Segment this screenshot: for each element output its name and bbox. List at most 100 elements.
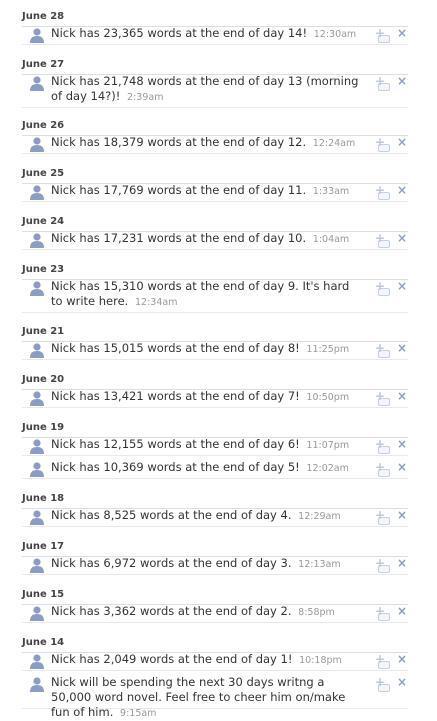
user-silhouette-icon <box>30 281 44 296</box>
status-update-row: Nick has 17,769 words at the end of day … <box>22 179 408 202</box>
add-comment-plus-icon[interactable]: + <box>374 437 390 454</box>
plus-icon: + <box>375 675 386 689</box>
status-timestamp[interactable]: 10:50pm <box>306 392 349 403</box>
add-comment-plus-icon[interactable]: + <box>374 279 390 296</box>
plus-icon: + <box>375 74 386 88</box>
user-silhouette-icon <box>30 654 44 669</box>
status-timestamp[interactable]: 12:24am <box>313 138 355 149</box>
status-timestamp[interactable]: 11:07pm <box>306 440 349 451</box>
plus-icon: + <box>375 556 386 570</box>
status-message: Nick has 8,525 words at the end of day 4… <box>51 508 292 522</box>
plus-icon: + <box>375 437 386 451</box>
status-text-block: Nick has 15,310 words at the end of day … <box>51 279 361 310</box>
status-timestamp[interactable]: 1:04am <box>313 234 349 245</box>
remove-x-icon[interactable]: × <box>397 604 407 618</box>
status-timestamp[interactable]: 2:39am <box>127 92 163 103</box>
add-comment-plus-icon[interactable]: + <box>374 231 390 248</box>
plus-icon: + <box>375 183 386 197</box>
status-update-row: Nick has 8,525 words at the end of day 4… <box>22 504 408 527</box>
remove-x-icon[interactable]: × <box>397 460 407 474</box>
remove-x-icon[interactable]: × <box>397 74 407 88</box>
status-update-row: Nick has 18,379 words at the end of day … <box>22 131 408 154</box>
plus-icon: + <box>375 389 386 403</box>
status-message: Nick has 6,972 words at the end of day 3… <box>51 556 292 570</box>
status-feed: June 28 Nick has 23,365 words at the end … <box>0 0 437 719</box>
plus-icon: + <box>375 460 386 474</box>
status-update-row: Nick has 2,049 words at the end of day 1… <box>22 648 408 671</box>
user-silhouette-icon <box>30 76 44 91</box>
status-timestamp[interactable]: 12:02am <box>306 463 348 474</box>
add-comment-plus-icon[interactable]: + <box>374 675 390 692</box>
status-update-row: Nick has 15,310 words at the end of day … <box>22 275 408 313</box>
status-timestamp[interactable]: 11:25pm <box>306 344 349 355</box>
remove-x-icon[interactable]: × <box>397 231 407 245</box>
status-timestamp[interactable]: 10:18pm <box>299 655 342 666</box>
user-silhouette-icon <box>30 391 44 406</box>
add-comment-plus-icon[interactable]: + <box>374 460 390 477</box>
add-comment-plus-icon[interactable]: + <box>374 74 390 91</box>
status-text-block: Nick has 2,049 words at the end of day 1… <box>51 652 361 668</box>
status-timestamp[interactable]: 8:58pm <box>298 607 335 618</box>
remove-x-icon[interactable]: × <box>397 26 407 40</box>
status-text-block: Nick will be spending the next 30 days w… <box>51 675 361 721</box>
status-update-row: Nick has 10,369 words at the end of day … <box>22 456 408 479</box>
status-update-row: Nick has 3,362 words at the end of day 2… <box>22 600 408 623</box>
remove-x-icon[interactable]: × <box>397 652 407 666</box>
add-comment-plus-icon[interactable]: + <box>374 341 390 358</box>
user-silhouette-icon <box>30 185 44 200</box>
plus-icon: + <box>375 508 386 522</box>
status-text-block: Nick has 18,379 words at the end of day … <box>51 135 361 151</box>
remove-x-icon[interactable]: × <box>397 183 407 197</box>
remove-x-icon[interactable]: × <box>397 675 407 689</box>
user-silhouette-icon <box>30 606 44 621</box>
add-comment-plus-icon[interactable]: + <box>374 135 390 152</box>
add-comment-plus-icon[interactable]: + <box>374 389 390 406</box>
status-message: Nick has 21,748 words at the end of day … <box>51 74 359 103</box>
status-update-row: Nick has 12,155 words at the end of day … <box>22 433 408 456</box>
user-silhouette-icon <box>30 462 44 477</box>
add-comment-plus-icon[interactable]: + <box>374 26 390 43</box>
plus-icon: + <box>375 26 386 40</box>
status-text-block: Nick has 17,231 words at the end of day … <box>51 231 361 247</box>
remove-x-icon[interactable]: × <box>397 135 407 149</box>
status-message: Nick has 10,369 words at the end of day … <box>51 460 300 474</box>
status-text-block: Nick has 13,421 words at the end of day … <box>51 389 361 405</box>
add-comment-plus-icon[interactable]: + <box>374 652 390 669</box>
status-message: Nick has 3,362 words at the end of day 2… <box>51 604 292 618</box>
remove-x-icon[interactable]: × <box>397 341 407 355</box>
plus-icon: + <box>375 341 386 355</box>
remove-x-icon[interactable]: × <box>397 437 407 451</box>
status-timestamp[interactable]: 12:34am <box>135 297 177 308</box>
status-text-block: Nick has 8,525 words at the end of day 4… <box>51 508 361 524</box>
user-silhouette-icon <box>30 233 44 248</box>
user-silhouette-icon <box>30 677 44 692</box>
add-comment-plus-icon[interactable]: + <box>374 508 390 525</box>
status-text-block: Nick has 3,362 words at the end of day 2… <box>51 604 361 620</box>
status-message: Nick has 12,155 words at the end of day … <box>51 437 300 451</box>
status-message: Nick has 17,231 words at the end of day … <box>51 231 307 245</box>
plus-icon: + <box>375 135 386 149</box>
status-timestamp[interactable]: 12:29am <box>298 511 340 522</box>
user-silhouette-icon <box>30 558 44 573</box>
status-timestamp[interactable]: 1:33am <box>313 186 349 197</box>
status-text-block: Nick has 6,972 words at the end of day 3… <box>51 556 361 572</box>
remove-x-icon[interactable]: × <box>397 508 407 522</box>
status-update-row: Nick has 21,748 words at the end of day … <box>22 70 408 108</box>
remove-x-icon[interactable]: × <box>397 279 407 293</box>
status-timestamp[interactable]: 12:30am <box>314 29 356 40</box>
status-message: Nick has 23,365 words at the end of day … <box>51 26 308 40</box>
add-comment-plus-icon[interactable]: + <box>374 183 390 200</box>
status-update-row: Nick has 13,421 words at the end of day … <box>22 385 408 408</box>
status-text-block: Nick has 17,769 words at the end of day … <box>51 183 361 199</box>
user-silhouette-icon <box>30 439 44 454</box>
status-timestamp[interactable]: 12:13am <box>298 559 340 570</box>
remove-x-icon[interactable]: × <box>397 389 407 403</box>
add-comment-plus-icon[interactable]: + <box>374 556 390 573</box>
remove-x-icon[interactable]: × <box>397 556 407 570</box>
user-silhouette-icon <box>30 343 44 358</box>
user-silhouette-icon <box>30 510 44 525</box>
status-update-row: Nick has 17,231 words at the end of day … <box>22 227 408 250</box>
status-message: Nick has 13,421 words at the end of day … <box>51 389 300 403</box>
status-update-row: Nick has 6,972 words at the end of day 3… <box>22 552 408 575</box>
add-comment-plus-icon[interactable]: + <box>374 604 390 621</box>
